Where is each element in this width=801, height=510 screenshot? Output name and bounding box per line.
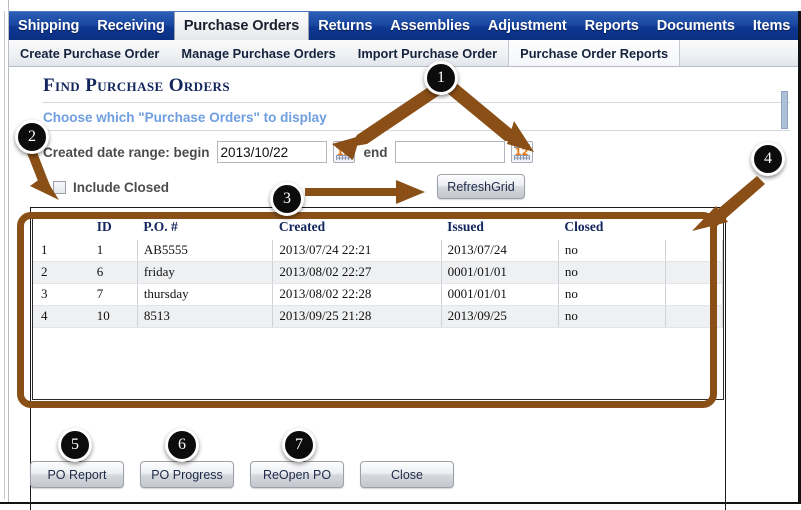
cell-issued: 0001/01/01 (441, 283, 559, 306)
subnav-tab-import-purchase-order[interactable]: Import Purchase Order (347, 40, 508, 66)
nav-tab-adjustment[interactable]: Adjustment (479, 12, 576, 40)
column-header-closed[interactable]: Closed (558, 216, 666, 240)
po-report-label: PO Report (47, 467, 107, 482)
cell-created: 2013/07/24 22:21 (272, 239, 442, 262)
cell-pad (665, 305, 724, 328)
purchase-orders-table: ID P.O. # Created Issued Closed 1 1 AB5555 2013… (33, 216, 724, 328)
nav-tab-documents[interactable]: Documents (648, 12, 744, 40)
cell-po: 8513 (137, 305, 274, 328)
cell-num: 2 (33, 261, 91, 284)
column-header-blank-0[interactable] (33, 216, 91, 240)
calendar-grid (513, 155, 530, 160)
cell-id: 1 (90, 239, 138, 262)
cell-issued: 2013/07/24 (441, 239, 559, 262)
page-content: Find Purchase Orders Choose which "Purch… (10, 67, 798, 510)
nav-tab-items[interactable]: Items (744, 12, 799, 40)
date-range-filter: Created date range: begin 12 end 12 (43, 141, 533, 163)
cell-pad (665, 261, 724, 284)
subnav-tab-manage-purchase-orders[interactable]: Manage Purchase Orders (170, 40, 346, 66)
cell-po: thursday (137, 283, 274, 306)
purchase-orders-grid[interactable]: ID P.O. # Created Issued Closed 1 1 AB5555 2013… (32, 215, 724, 400)
nav-tab-returns[interactable]: Returns (309, 12, 381, 40)
cell-closed: no (558, 283, 666, 306)
table-body: 1 1 AB5555 2013/07/24 22:21 2013/07/24 no 2 6 fr… (33, 239, 724, 328)
cell-created: 2013/09/25 21:28 (272, 305, 442, 328)
vertical-scrollbar[interactable] (781, 91, 788, 129)
cell-id: 7 (90, 283, 138, 306)
end-date-input[interactable] (394, 141, 505, 163)
include-closed-label: Include Closed (73, 180, 170, 195)
calendar-grid (335, 155, 352, 160)
nav-tab-shipping[interactable]: Shipping (9, 12, 88, 40)
table-row[interactable]: 4 10 8513 2013/09/25 21:28 2013/09/25 no (33, 305, 724, 328)
cell-po: friday (137, 261, 274, 284)
column-header-issued[interactable]: Issued (441, 216, 559, 240)
po-progress-label: PO Progress (151, 467, 223, 482)
table-head: ID P.O. # Created Issued Closed (33, 216, 723, 240)
refresh-grid-button[interactable]: RefreshGrid (437, 174, 525, 199)
table-row[interactable]: 3 7 thursday 2013/08/02 22:28 0001/01/01 no (33, 283, 724, 306)
cell-created: 2013/08/02 22:27 (272, 261, 442, 284)
window-frame-top (0, 0, 801, 11)
begin-calendar-icon[interactable]: 12 (332, 141, 355, 163)
po-progress-button[interactable]: PO Progress (140, 461, 234, 488)
table-row[interactable]: 2 6 friday 2013/08/02 22:27 0001/01/01 no (33, 261, 724, 284)
include-closed-checkbox[interactable]: Include Closed (53, 180, 169, 195)
cell-num: 1 (33, 239, 91, 262)
cell-id: 6 (90, 261, 138, 284)
page-subtitle: Choose which "Purchase Orders" to displa… (43, 110, 327, 125)
table-header-row: ID P.O. # Created Issued Closed (33, 216, 723, 240)
cell-closed: no (558, 305, 666, 328)
cell-po: AB5555 (137, 239, 274, 262)
nav-tab-purchase-orders[interactable]: Purchase Orders (173, 12, 310, 40)
subnav-tab-create-purchase-order[interactable]: Create Purchase Order (9, 40, 170, 66)
secondary-navigation: Create Purchase Order Manage Purchase Ord… (9, 40, 798, 67)
end-date-label: end (363, 144, 388, 160)
window-frame-bottom (0, 502, 801, 510)
application-window: Shipping Receiving Purchase Orders Returns A… (0, 0, 801, 510)
column-header-created[interactable]: Created (272, 216, 442, 240)
cell-closed: no (558, 261, 666, 284)
primary-navigation: Shipping Receiving Purchase Orders Returns A… (9, 11, 798, 40)
window-frame-left-rule (4, 11, 5, 499)
cell-issued: 0001/01/01 (441, 261, 559, 284)
checkbox-box[interactable] (53, 181, 66, 194)
table-row[interactable]: 1 1 AB5555 2013/07/24 22:21 2013/07/24 no (33, 239, 724, 262)
subnav-tab-purchase-order-reports[interactable]: Purchase Order Reports (508, 40, 681, 66)
po-report-button[interactable]: PO Report (30, 461, 124, 488)
end-calendar-icon[interactable]: 12 (510, 141, 533, 163)
column-header-id[interactable]: ID (90, 216, 138, 240)
cell-pad (665, 283, 724, 306)
cell-created: 2013/08/02 22:28 (272, 283, 442, 306)
title-divider (42, 102, 790, 103)
close-label: Close (391, 467, 423, 482)
date-range-label: Created date range: begin (43, 144, 210, 160)
column-header-p-o[interactable]: P.O. # (137, 216, 273, 240)
cell-issued: 2013/09/25 (441, 305, 559, 328)
reopen-po-label: ReOpen PO (262, 467, 332, 482)
refresh-grid-label: RefreshGrid (447, 179, 515, 194)
subtitle-divider (42, 130, 790, 131)
cell-pad (665, 239, 724, 262)
close-button[interactable]: Close (360, 461, 454, 488)
begin-date-input[interactable] (216, 141, 327, 163)
page-title: Find Purchase Orders (43, 75, 230, 96)
cell-num: 4 (33, 305, 91, 328)
cell-closed: no (558, 239, 666, 262)
nav-tab-assemblies[interactable]: Assemblies (381, 12, 479, 40)
reopen-po-button[interactable]: ReOpen PO (250, 461, 344, 488)
nav-tab-receiving[interactable]: Receiving (88, 12, 174, 40)
nav-tab-reports[interactable]: Reports (576, 12, 648, 40)
cell-id: 10 (90, 305, 138, 328)
column-header-blank-6[interactable] (665, 216, 723, 240)
cell-num: 3 (33, 283, 91, 306)
